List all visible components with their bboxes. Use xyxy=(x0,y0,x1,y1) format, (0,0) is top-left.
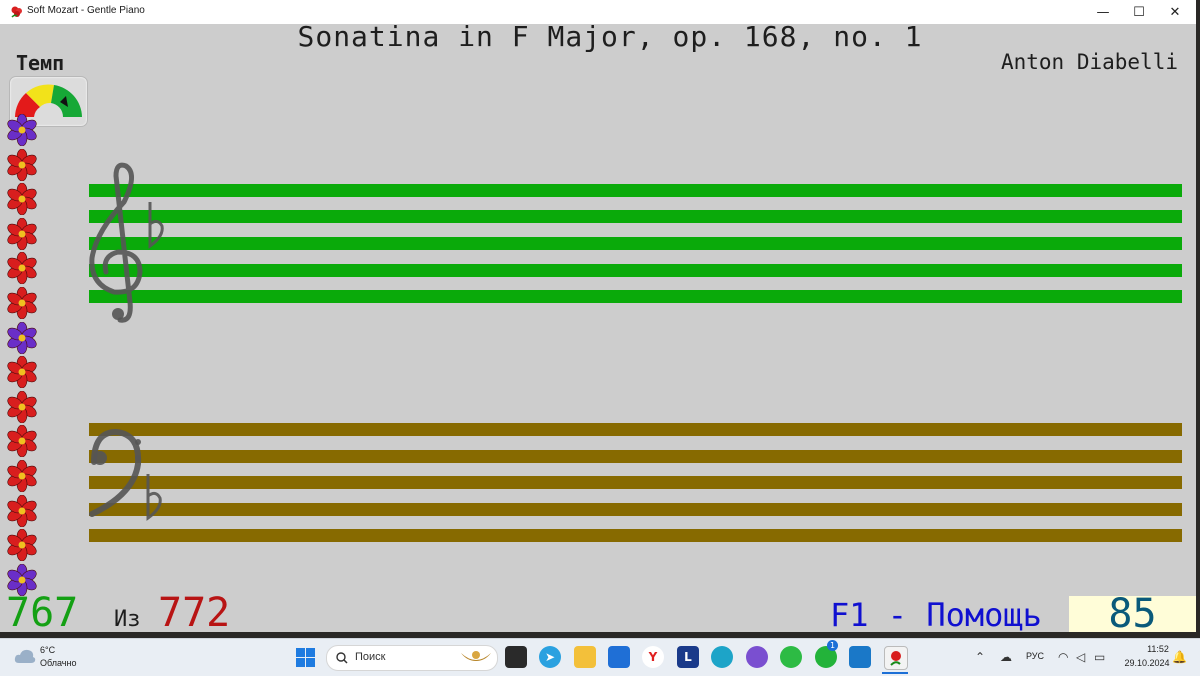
score-display: 85 xyxy=(1069,594,1196,632)
current-position: 767 xyxy=(6,590,79,632)
edge-icon[interactable] xyxy=(711,646,733,668)
webview-icon[interactable] xyxy=(849,646,871,668)
red-flower-icon xyxy=(7,356,37,389)
red-flower-icon xyxy=(7,425,37,458)
red-flower-icon xyxy=(7,460,37,492)
bass-staff-line xyxy=(89,423,1182,436)
weather-temperature[interactable]: 6°C xyxy=(40,645,55,655)
help-hint[interactable]: F1 - Помощь xyxy=(830,596,1042,632)
volume-icon[interactable]: ◁ xyxy=(1076,650,1085,664)
red-flower-icon xyxy=(7,252,37,285)
onedrive-icon[interactable]: ☁ xyxy=(1000,650,1012,664)
cloud-weather-icon[interactable] xyxy=(14,647,36,665)
notification-bell-icon[interactable]: 🔔 xyxy=(1172,650,1187,664)
whatsapp-icon[interactable]: 1 xyxy=(815,640,838,668)
search-box[interactable]: Поиск xyxy=(326,645,498,671)
red-flower-icon xyxy=(7,287,37,319)
red-flower-icon xyxy=(7,529,37,562)
treble-staff-line xyxy=(89,264,1182,277)
chevron-up-icon[interactable]: ⌃ xyxy=(975,650,985,664)
battery-icon[interactable]: ▭ xyxy=(1094,650,1105,664)
rose-app-icon xyxy=(11,6,22,18)
window-title: Soft Mozart - Gentle Piano xyxy=(27,5,145,16)
windows-taskbar: 6°C Облачно Поиск ➤ Y L 1 ⌃ ☁ РУС ◠ ◁ ▭ … xyxy=(0,638,1200,676)
tempo-label: Темп xyxy=(16,51,65,75)
active-app-indicator xyxy=(882,672,908,674)
file-explorer-icon[interactable] xyxy=(574,646,596,668)
rose-icon xyxy=(890,651,901,666)
piece-title: Sonatina in F Major, op. 168, no. 1 xyxy=(297,24,923,53)
red-flower-icon xyxy=(7,217,37,250)
treble-staff-line xyxy=(89,184,1182,197)
treble-staff-line xyxy=(89,290,1182,303)
minimize-button[interactable]: — xyxy=(1086,0,1120,24)
treble-staff-line xyxy=(89,210,1182,223)
position-separator: Из xyxy=(114,607,141,632)
bass-staff-line xyxy=(89,503,1182,516)
red-flower-icon xyxy=(7,390,37,423)
soft-mozart-icon[interactable] xyxy=(884,646,908,670)
treble-staff-line xyxy=(89,237,1182,250)
purple-flower-icon xyxy=(7,321,37,354)
clock-date[interactable]: 29.10.2024 xyxy=(1116,658,1178,668)
close-button[interactable]: ✕ xyxy=(1158,0,1192,24)
treble-clef-icon xyxy=(89,162,164,323)
start-icon[interactable] xyxy=(296,648,315,667)
title-bar[interactable]: Soft Mozart - Gentle Piano — ☐ ✕ xyxy=(0,0,1196,24)
task-view-icon[interactable] xyxy=(505,646,527,668)
weather-description[interactable]: Облачно xyxy=(40,658,76,668)
total-positions: 772 xyxy=(158,590,231,632)
red-flower-icon xyxy=(7,183,37,216)
app-window: Soft Mozart - Gentle Piano — ☐ ✕ Sonatin… xyxy=(0,0,1196,632)
bass-staff-line xyxy=(89,476,1182,489)
search-icon xyxy=(336,652,348,664)
l-app-icon[interactable]: L xyxy=(677,646,699,668)
yandex-browser-icon[interactable]: Y xyxy=(642,646,664,668)
red-flower-icon xyxy=(7,148,37,181)
bass-staff-line xyxy=(89,529,1182,542)
maximize-button[interactable]: ☐ xyxy=(1122,0,1156,24)
search-highlight-icon xyxy=(461,651,491,661)
wechat-icon[interactable] xyxy=(780,646,802,668)
red-flower-icon xyxy=(7,494,37,527)
composer-name: Anton Diabelli xyxy=(1000,50,1178,74)
store-icon[interactable] xyxy=(608,646,630,668)
bass-clef-icon xyxy=(89,428,162,521)
score-area: Sonatina in F Major, op. 168, no. 1 Anto… xyxy=(0,24,1196,632)
viber-icon[interactable] xyxy=(746,646,768,668)
purple-flower-icon xyxy=(7,114,37,146)
language-indicator[interactable]: РУС xyxy=(1026,651,1044,661)
wifi-icon[interactable]: ◠ xyxy=(1058,650,1068,664)
bass-staff-line xyxy=(89,450,1182,463)
search-placeholder: Поиск xyxy=(355,651,386,663)
telegram-icon[interactable]: ➤ xyxy=(539,646,561,668)
whatsapp-badge: 1 xyxy=(827,640,838,651)
